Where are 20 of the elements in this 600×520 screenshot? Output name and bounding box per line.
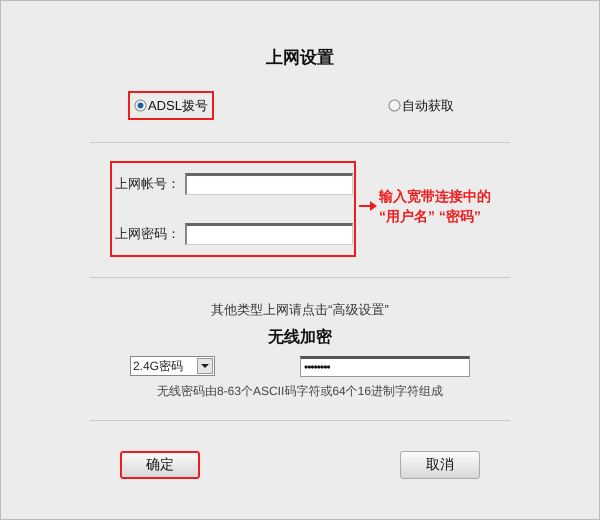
radio-option[interactable]: 自动获取 — [382, 90, 460, 120]
radio-button[interactable] — [388, 98, 401, 112]
arrow-icon — [359, 201, 377, 211]
input-field[interactable] — [185, 223, 353, 245]
section-heading: 无线加密 — [268, 327, 332, 348]
ok-button[interactable]: 确定 — [120, 450, 200, 478]
field-label: 上网帐号： — [115, 175, 181, 194]
password-field[interactable]: •••••••• — [300, 356, 470, 376]
password-rule-text: 无线密码由8-63个ASCII码字符或64个16进制字符组成 — [156, 382, 444, 400]
radio-button[interactable] — [134, 98, 147, 112]
field-label: 上网密码： — [115, 225, 181, 244]
radio-option[interactable]: ADSL拨号 — [128, 90, 214, 120]
cancel-button[interactable]: 取消 — [400, 450, 480, 478]
input-field[interactable] — [185, 173, 353, 195]
dropdown-icon — [197, 358, 213, 374]
annotation-text: “用户名” “密码” — [379, 207, 482, 226]
hint-text: 其他类型上网请点击“高级设置” — [211, 301, 389, 319]
annotation-text: 输入宽带连接中的 — [379, 187, 491, 206]
band-select[interactable]: 2.4G密码 — [130, 356, 215, 376]
page-title: 上网设置 — [266, 47, 334, 69]
